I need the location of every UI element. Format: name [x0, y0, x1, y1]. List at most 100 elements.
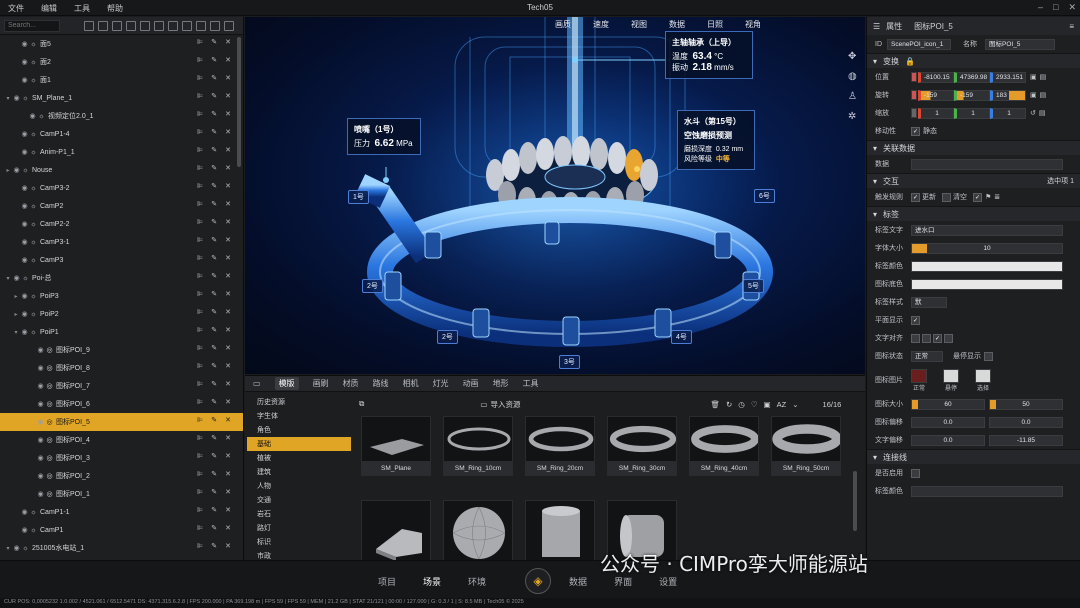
edit-icon[interactable]: ✎ — [211, 290, 217, 298]
outliner-scrollbar[interactable] — [237, 37, 241, 167]
eye-icon[interactable]: ◉ — [20, 58, 29, 66]
eye-icon[interactable]: ◉ — [36, 418, 45, 426]
close-icon[interactable]: ✕ — [225, 110, 231, 118]
asset-tile[interactable]: SM_Ring_50cm — [771, 416, 841, 476]
close-icon[interactable]: ✕ — [225, 524, 231, 532]
tab-speed[interactable]: 速度 — [593, 19, 609, 30]
menu-help[interactable]: 帮助 — [107, 3, 123, 14]
tab-brush[interactable]: 画刷 — [313, 378, 329, 389]
eye-icon[interactable]: ◉ — [20, 508, 29, 516]
asset-category[interactable]: 标识 — [247, 535, 351, 549]
maximize-icon[interactable]: □ — [1053, 2, 1058, 13]
grid-icon[interactable] — [154, 20, 164, 31]
align-icon[interactable]: ⊫ — [197, 38, 203, 46]
eye-icon[interactable]: ◉ — [20, 40, 29, 48]
close-icon[interactable]: ✕ — [225, 470, 231, 478]
tree-row[interactable]: ◉ ☼ CamP3 ⊫ ✎ ✕ — [0, 251, 243, 269]
tree-row[interactable]: ◉ ☼ Anim-P1_1 ⊫ ✎ ✕ — [0, 143, 243, 161]
close-icon[interactable]: ✕ — [225, 452, 231, 460]
tree-row[interactable]: ◉ ◎ 图标POI_1 ⊫ ✎ ✕ — [0, 485, 243, 503]
close-icon[interactable]: ✕ — [225, 506, 231, 514]
asset-category[interactable]: 人物 — [247, 479, 351, 493]
edit-icon[interactable]: ✎ — [211, 200, 217, 208]
label-color-swatch[interactable] — [911, 260, 1063, 272]
edit-icon[interactable]: ✎ — [211, 254, 217, 262]
tree-row[interactable]: ◉ ☼ CamP3-2 ⊫ ✎ ✕ — [0, 179, 243, 197]
nozzle-label-2[interactable]: 2号 — [362, 279, 383, 293]
text-offset-b[interactable]: -11.85 — [989, 434, 1063, 446]
tree-row[interactable]: ◉ ☼ 视频定位2.0_1 ⊫ ✎ ✕ — [0, 107, 243, 125]
eye-icon[interactable]: ◉ — [28, 112, 37, 120]
tab-tools[interactable]: 工具 — [523, 378, 539, 389]
tree-row[interactable]: ▾ ◉ ☼ PoiP1 ⊫ ✎ ✕ — [0, 323, 243, 341]
connector-enable-checkbox[interactable] — [911, 468, 920, 478]
tree-row[interactable]: ◉ ◎ 图标POI_9 ⊫ ✎ ✕ — [0, 341, 243, 359]
align-icon[interactable]: ⊫ — [197, 380, 203, 388]
expand-arrow-icon[interactable]: ▾ — [4, 545, 12, 552]
edit-icon[interactable]: ✎ — [211, 380, 217, 388]
align-icon[interactable]: ⊫ — [197, 308, 203, 316]
close-icon[interactable]: ✕ — [225, 236, 231, 244]
paste-icon[interactable]: ▤ — [1040, 91, 1047, 99]
refresh-icon[interactable]: ↻ — [726, 400, 732, 409]
tree-row[interactable]: ◉ ☼ CamP1-1 ⊫ ✎ ✕ — [0, 503, 243, 521]
text-offset-a[interactable]: 0.0 — [911, 434, 985, 446]
copy-icon[interactable]: ▣ — [1030, 91, 1037, 99]
icon-hover-swatch[interactable] — [943, 368, 959, 383]
align-icon[interactable]: ⊫ — [197, 506, 203, 514]
section-transform[interactable]: ▾ 变换 🔒 — [867, 53, 1080, 68]
edit-icon[interactable]: ✎ — [211, 434, 217, 442]
rotation-x[interactable]: -159 — [918, 89, 954, 101]
connector-color-field[interactable] — [911, 485, 1063, 497]
tab-route[interactable]: 路线 — [373, 378, 389, 389]
tree-row[interactable]: ◉ ◎ 图标POI_2 ⊫ ✎ ✕ — [0, 467, 243, 485]
tree-row[interactable]: ◉ ◎ 图标POI_5 ⊫ ✎ ✕ — [0, 413, 243, 431]
edit-icon[interactable]: ✎ — [211, 506, 217, 514]
align-center-icon[interactable] — [922, 333, 931, 343]
close-icon[interactable]: ✕ — [225, 38, 231, 46]
history-icon[interactable]: ◷ — [738, 400, 745, 409]
box-icon[interactable] — [98, 20, 108, 31]
close-icon[interactable]: ✕ — [225, 218, 231, 226]
asset-category[interactable]: 交通 — [247, 493, 351, 507]
globe-icon[interactable]: ◍ — [848, 71, 857, 82]
close-icon[interactable]: ✕ — [225, 488, 231, 496]
asset-grid-icon[interactable]: ▭ — [253, 379, 261, 388]
align-icon[interactable]: ⊫ — [197, 200, 203, 208]
eye-icon[interactable]: ◉ — [20, 328, 29, 336]
eye-icon[interactable]: ◉ — [20, 184, 29, 192]
close-icon[interactable]: ✕ — [225, 254, 231, 262]
eye-icon[interactable]: ◉ — [36, 472, 45, 480]
close-icon[interactable]: ✕ — [225, 434, 231, 442]
expand-arrow-icon[interactable]: ▸ — [12, 293, 20, 300]
close-icon[interactable]: ✕ — [225, 200, 231, 208]
menu-file[interactable]: 文件 — [8, 3, 24, 14]
align-icon[interactable]: ⊫ — [197, 272, 203, 280]
eye-icon[interactable]: ◉ — [20, 238, 29, 246]
edit-icon[interactable]: ✎ — [211, 308, 217, 316]
eye-icon[interactable]: ◉ — [36, 436, 45, 444]
eye-icon[interactable]: ◉ — [36, 490, 45, 498]
edit-icon[interactable]: ✎ — [211, 470, 217, 478]
asset-tile[interactable]: SM_Ring_30cm — [607, 416, 677, 476]
asset-category[interactable]: 建筑 — [247, 465, 351, 479]
position-z[interactable]: 2933.151 — [990, 71, 1026, 83]
eye-icon[interactable]: ◉ — [20, 130, 29, 138]
tree-row[interactable]: ▸ ◉ ☼ PoiP2 ⊫ ✎ ✕ — [0, 305, 243, 323]
edit-icon[interactable]: ✎ — [211, 56, 217, 64]
box-icon[interactable]: ▣ — [764, 400, 771, 409]
nav-data[interactable]: 数据 — [569, 575, 587, 588]
section-assoc[interactable]: ▾ 关联数据 — [867, 140, 1080, 155]
align-icon[interactable]: ⊫ — [197, 74, 203, 82]
close-icon[interactable]: ✕ — [225, 380, 231, 388]
edit-icon[interactable]: ✎ — [211, 110, 217, 118]
edit-icon[interactable]: ✎ — [211, 542, 217, 550]
expand-arrow-icon[interactable]: ▾ — [4, 95, 12, 102]
edit-icon[interactable]: ✎ — [211, 74, 217, 82]
update-checkbox[interactable]: ✓ — [911, 192, 920, 202]
close-icon[interactable]: ✕ — [225, 290, 231, 298]
name-field[interactable]: 图标POI_5 — [985, 38, 1055, 50]
align-icon[interactable]: ⊫ — [197, 542, 203, 550]
movable-checkbox[interactable]: ✓ — [911, 126, 920, 136]
search-input[interactable] — [4, 19, 60, 32]
